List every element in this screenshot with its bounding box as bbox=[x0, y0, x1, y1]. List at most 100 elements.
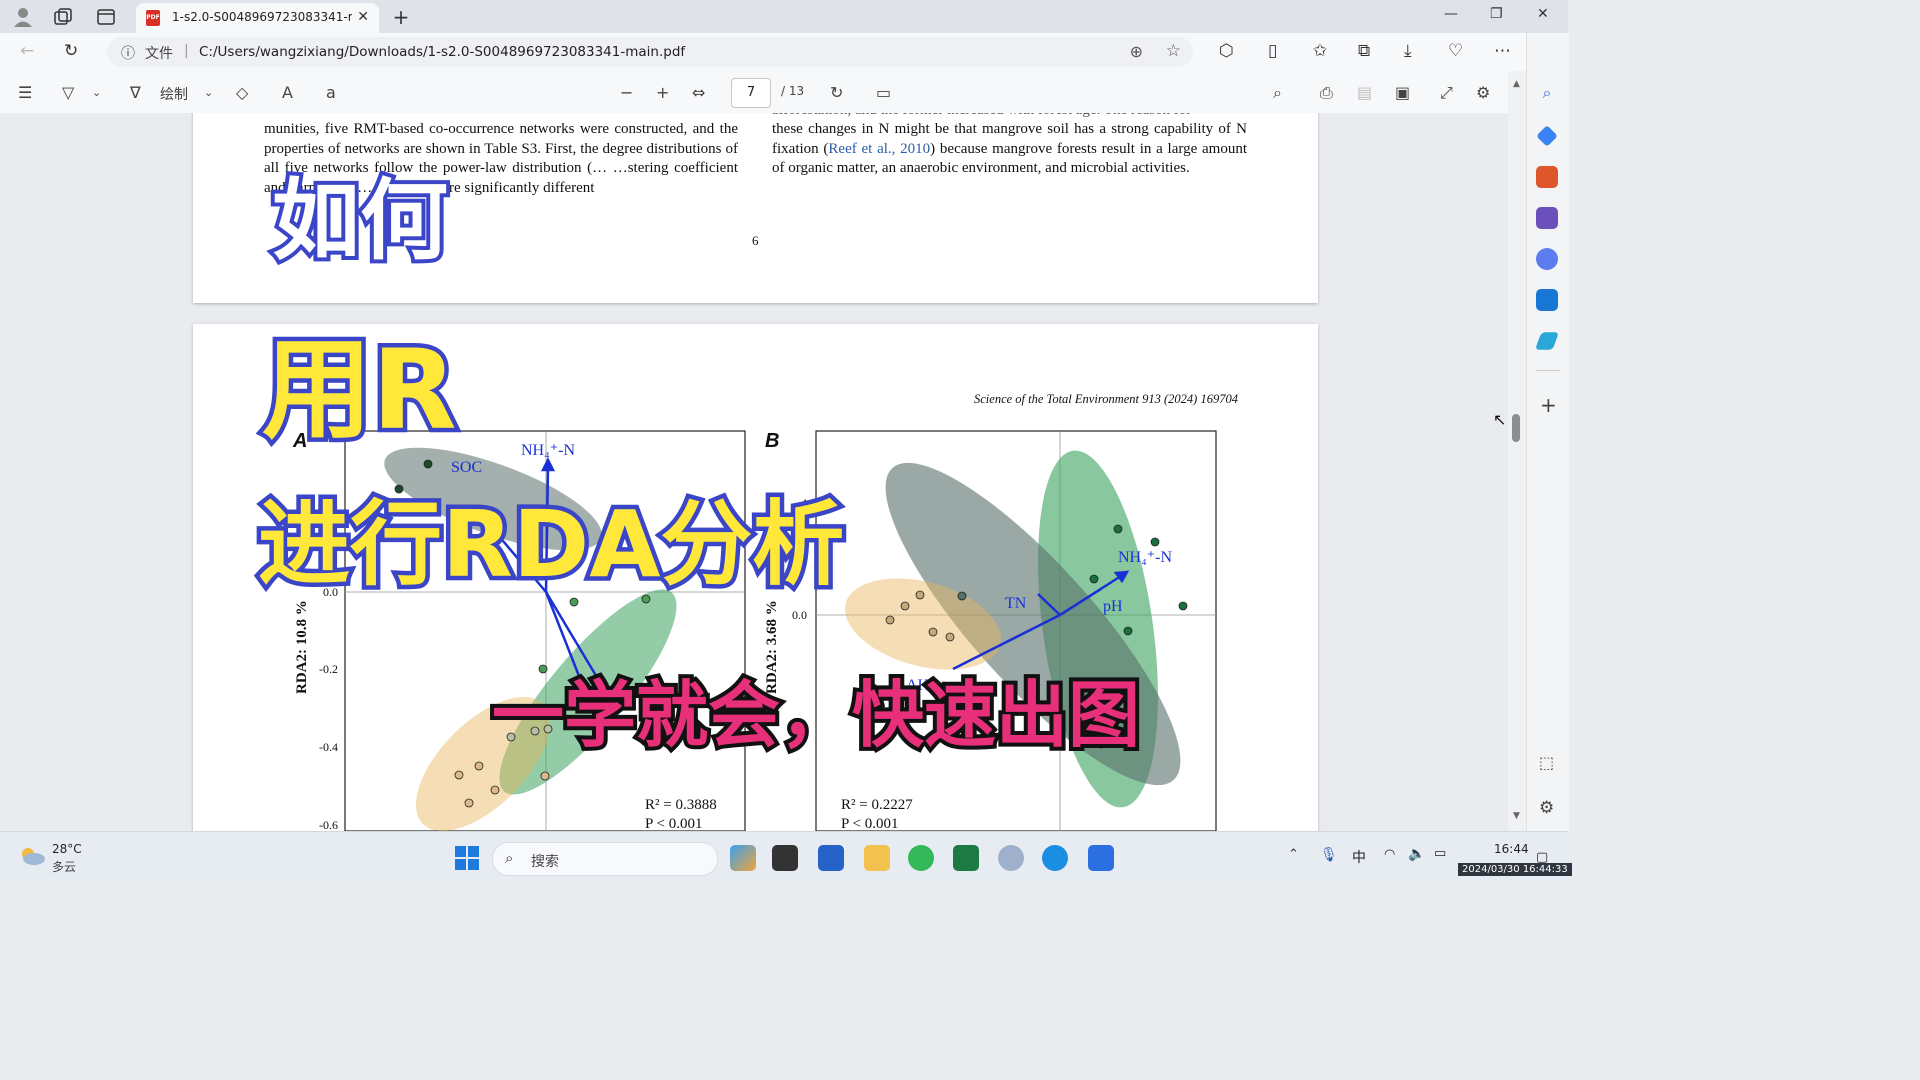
svg-text:-0.2: -0.2 bbox=[319, 662, 338, 676]
games-icon[interactable] bbox=[1536, 207, 1558, 229]
draw-icon[interactable]: ∇ bbox=[130, 83, 141, 102]
right-column-text: these changes in N might be that mangrov… bbox=[772, 121, 1248, 177]
overlay-title-line3: 进行RDA分析 bbox=[253, 487, 848, 603]
page-number: 6 bbox=[752, 233, 759, 248]
separator: | bbox=[184, 43, 189, 59]
panel-b-r2: R² = 0.2227 bbox=[841, 797, 913, 813]
close-tab-icon[interactable]: ✕ bbox=[357, 9, 369, 25]
favorites-icon[interactable]: ✩ bbox=[1313, 41, 1327, 61]
back-icon[interactable]: ← bbox=[20, 41, 34, 61]
office-icon[interactable] bbox=[1536, 248, 1558, 270]
file-explorer-icon[interactable] bbox=[864, 845, 890, 871]
battery-icon[interactable]: ▭ bbox=[1434, 846, 1446, 861]
title-bar: PDF 1-s2.0-S0048969723083341-main ✕ + — … bbox=[0, 0, 1568, 33]
fit-width-icon[interactable]: ⇔ bbox=[692, 83, 705, 102]
read-aloud-icon[interactable]: A bbox=[282, 83, 293, 102]
terminal-icon[interactable] bbox=[772, 845, 798, 871]
start-icon[interactable] bbox=[454, 845, 480, 871]
vertical-scrollbar[interactable]: ▲ ▼ bbox=[1508, 71, 1526, 831]
workspaces-icon[interactable] bbox=[52, 6, 74, 28]
close-window-icon[interactable]: ✕ bbox=[1537, 6, 1549, 22]
windows-taskbar: 28°C 多云 ⌕ 搜索 ⌃ 🎙 中 ◠ 🔈 ▭ 16:44 ▢ 2024/03… bbox=[0, 831, 1572, 883]
highlight-icon[interactable]: ▽ bbox=[62, 83, 74, 102]
minimize-icon[interactable]: — bbox=[1444, 6, 1458, 22]
wifi-icon[interactable]: ◠ bbox=[1384, 847, 1395, 862]
url-text: C:/Users/wangzixiang/Downloads/1-s2.0-S0… bbox=[199, 44, 686, 60]
panel-a-r2: R² = 0.3888 bbox=[645, 797, 717, 813]
temperature: 28°C bbox=[52, 842, 82, 856]
edge-sidebar: ⌕ + ⬚ ⚙ bbox=[1526, 33, 1569, 831]
volume-icon[interactable]: 🔈 bbox=[1408, 846, 1425, 862]
tab-active[interactable]: PDF 1-s2.0-S0048969723083341-main ✕ bbox=[136, 3, 379, 33]
citation-link[interactable]: Reef et al., 2010 bbox=[828, 141, 930, 157]
panel-b-nh4-label: NH₄⁺-N bbox=[1118, 549, 1172, 566]
wechat-icon[interactable] bbox=[908, 845, 934, 871]
rotate-icon[interactable]: ↻ bbox=[830, 83, 843, 102]
pdf-toolbar: ☰ ▽ ⌄ ∇ 绘制 ⌄ ◇ A a − + ⇔ 7 / 13 ↻ ▭ ⌕ ⎙ … bbox=[0, 71, 1510, 114]
scroll-up-icon[interactable]: ▲ bbox=[1513, 79, 1520, 89]
more-menu-icon[interactable]: ⋯ bbox=[1494, 41, 1511, 61]
microphone-icon[interactable]: 🎙 bbox=[1320, 847, 1338, 863]
chevron-down-icon[interactable]: ⌄ bbox=[92, 86, 101, 99]
store-icon[interactable] bbox=[818, 845, 844, 871]
url-field[interactable]: ⓘ 文件 | C:/Users/wangzixiang/Downloads/1-… bbox=[107, 37, 1193, 67]
mouse-cursor-icon: ↖ bbox=[1493, 410, 1507, 429]
tools-icon[interactable] bbox=[1536, 166, 1558, 188]
eraser-icon[interactable]: ◇ bbox=[236, 83, 248, 102]
shopping-icon[interactable] bbox=[1536, 125, 1558, 147]
ime-indicator[interactable]: 中 bbox=[1352, 847, 1366, 867]
chevron-down-icon[interactable]: ⌄ bbox=[204, 86, 213, 99]
contents-icon[interactable]: ☰ bbox=[18, 83, 32, 102]
page-view-icon[interactable]: ▭ bbox=[876, 83, 891, 102]
vertical-tabs-icon[interactable] bbox=[95, 6, 117, 28]
zoom-icon[interactable]: ⊕ bbox=[1130, 42, 1143, 61]
drop-icon[interactable] bbox=[1534, 332, 1560, 350]
file-label: 文件 bbox=[145, 46, 173, 62]
restore-icon[interactable]: ❐ bbox=[1490, 6, 1503, 22]
extensions-icon[interactable]: ⬡ bbox=[1219, 41, 1234, 61]
weather-text: 多云 bbox=[52, 860, 77, 874]
photos-icon[interactable] bbox=[1088, 845, 1114, 871]
save-as-icon[interactable]: ▣ bbox=[1395, 83, 1410, 102]
clock-time[interactable]: 16:44 bbox=[1494, 842, 1529, 856]
edge-icon[interactable] bbox=[1042, 845, 1068, 871]
page-number-input[interactable]: 7 bbox=[731, 78, 771, 108]
new-tab-icon[interactable]: + bbox=[390, 6, 412, 28]
panel-b-letter: B bbox=[765, 430, 779, 452]
scroll-down-icon[interactable]: ▼ bbox=[1513, 811, 1520, 821]
search-icon: ⌕ bbox=[505, 849, 514, 867]
outlook-icon[interactable] bbox=[1536, 289, 1558, 311]
scrollbar-thumb[interactable] bbox=[1512, 414, 1520, 442]
add-sidebar-icon[interactable]: + bbox=[1540, 393, 1557, 417]
weather-icon[interactable] bbox=[18, 845, 46, 867]
overlay-title-line1: 如何 bbox=[268, 165, 452, 276]
translate-icon[interactable]: a bbox=[326, 83, 336, 102]
r-icon[interactable] bbox=[998, 845, 1024, 871]
download-icon[interactable]: ⤓ bbox=[1404, 41, 1412, 61]
collections-icon[interactable]: ⧉ bbox=[1358, 41, 1370, 61]
settings-icon[interactable]: ⚙ bbox=[1476, 83, 1490, 102]
profile-icon[interactable] bbox=[12, 6, 34, 28]
copilot-taskbar-icon[interactable] bbox=[730, 845, 756, 871]
zoom-out-icon[interactable]: − bbox=[620, 83, 633, 102]
browser-essentials-icon[interactable]: ♡ bbox=[1448, 41, 1463, 61]
save-icon[interactable]: ▤ bbox=[1357, 83, 1372, 102]
svg-text:-0.4: -0.4 bbox=[319, 740, 338, 754]
print-icon[interactable]: ⎙ bbox=[1320, 83, 1333, 103]
info-icon[interactable]: ⓘ bbox=[121, 43, 135, 63]
taskbar-search[interactable]: ⌕ 搜索 bbox=[492, 842, 718, 876]
refresh-icon[interactable]: ↻ bbox=[64, 41, 78, 61]
split-screen-icon[interactable]: ▯ bbox=[1268, 41, 1277, 61]
tray-chevron-icon[interactable]: ⌃ bbox=[1288, 847, 1299, 862]
sidebar-settings-icon[interactable]: ⚙ bbox=[1539, 798, 1554, 818]
search-icon[interactable]: ⌕ bbox=[1273, 83, 1282, 103]
favorite-star-icon[interactable]: ☆ bbox=[1166, 41, 1181, 61]
timestamp-stamp: 2024/03/30 16:44:33 bbox=[1458, 863, 1572, 876]
screenshot-icon[interactable]: ⬚ bbox=[1539, 753, 1554, 772]
overlay-title-line2: 用R bbox=[258, 322, 462, 459]
search-sidebar-icon[interactable]: ⌕ bbox=[1536, 83, 1558, 105]
draw-label[interactable]: 绘制 bbox=[160, 84, 188, 104]
fullscreen-icon[interactable]: ⤢ bbox=[1440, 83, 1453, 103]
zoom-in-icon[interactable]: + bbox=[656, 83, 669, 102]
excel-icon[interactable] bbox=[953, 845, 979, 871]
